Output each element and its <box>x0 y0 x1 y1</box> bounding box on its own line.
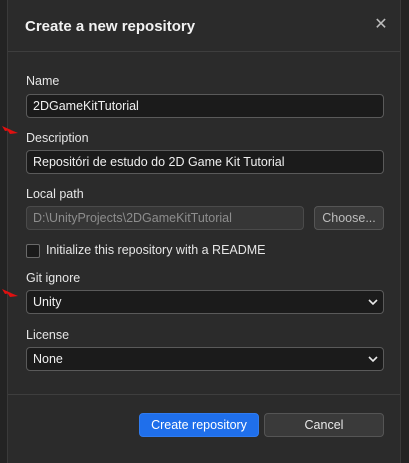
readme-checkbox[interactable] <box>26 244 40 258</box>
footer-divider <box>8 394 400 395</box>
local-path-input[interactable]: D:\UnityProjects\2DGameKitTutorial <box>26 206 304 230</box>
description-label: Description <box>26 131 89 145</box>
name-input[interactable]: 2DGameKitTutorial <box>26 94 384 118</box>
chevron-down-icon <box>368 356 378 363</box>
dialog-header: Create a new repository ✕ <box>8 0 400 52</box>
git-ignore-selected-value: Unity <box>33 295 62 309</box>
name-label: Name <box>26 74 60 88</box>
license-label: License <box>26 328 70 342</box>
choose-button[interactable]: Choose... <box>314 206 384 230</box>
readme-checkbox-label: Initialize this repository with a README <box>46 243 266 257</box>
cancel-button[interactable]: Cancel <box>264 413 384 437</box>
red-arrow-icon <box>2 289 18 297</box>
close-icon[interactable]: ✕ <box>372 16 390 34</box>
chevron-down-icon <box>368 299 378 306</box>
git-ignore-select[interactable]: Unity <box>26 290 384 314</box>
create-repository-button[interactable]: Create repository <box>139 413 259 437</box>
create-repository-dialog: Create a new repository ✕ Name 2DGameKit… <box>7 0 401 463</box>
local-path-label: Local path <box>26 187 84 201</box>
git-ignore-label: Git ignore <box>26 271 81 285</box>
red-arrow-icon <box>2 126 18 134</box>
license-select[interactable]: None <box>26 347 384 371</box>
dialog-title: Create a new repository <box>25 18 196 35</box>
description-input[interactable]: Repositóri de estudo do 2D Game Kit Tuto… <box>26 150 384 174</box>
license-selected-value: None <box>33 352 63 366</box>
